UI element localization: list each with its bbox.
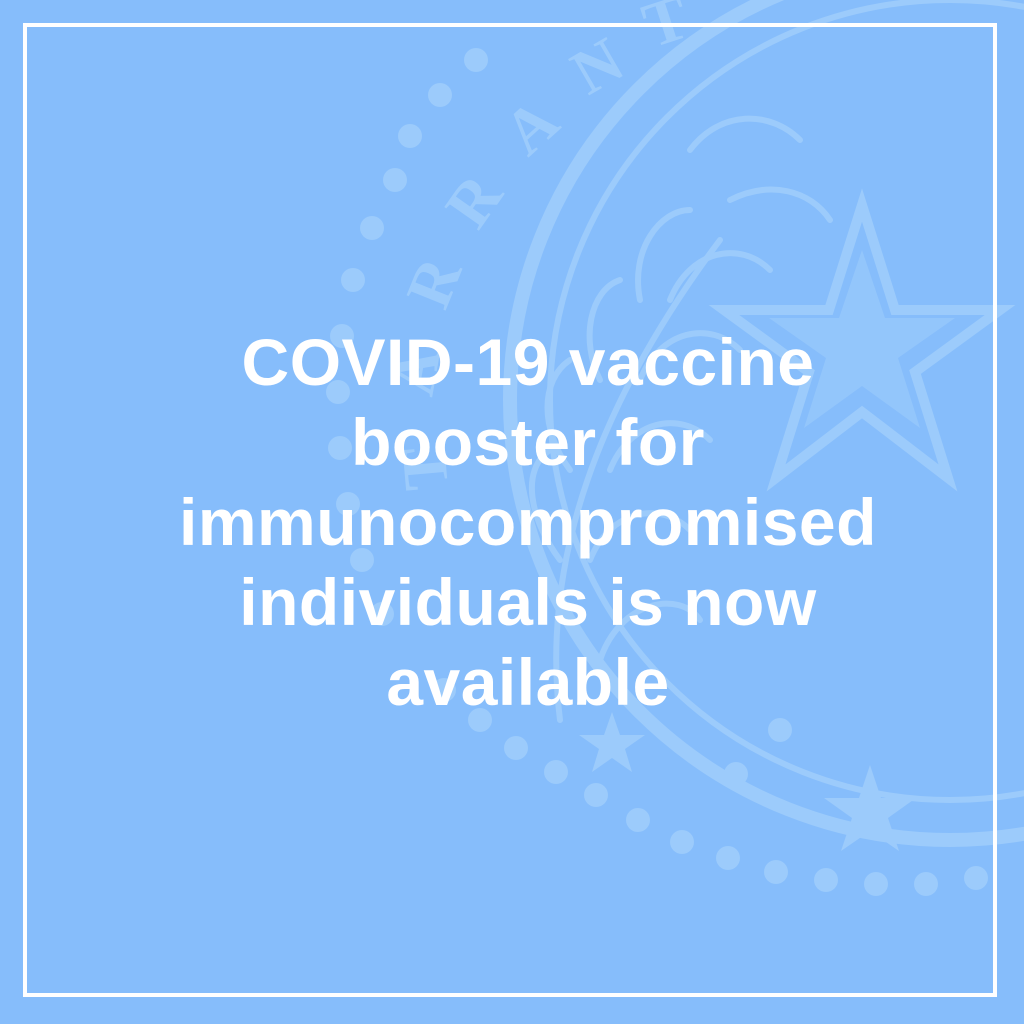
headline-line: immunocompromised <box>179 485 877 559</box>
headline-line: individuals is now <box>239 565 817 639</box>
announcement-graphic: T A R R A N T COVID-19 vaccine booster f… <box>0 0 1024 1024</box>
headline-line: COVID-19 vaccine <box>241 325 815 399</box>
headline-line: booster for <box>351 405 705 479</box>
headline-line: available <box>386 645 670 719</box>
announcement-headline: COVID-19 vaccine booster for immunocompr… <box>60 322 996 722</box>
